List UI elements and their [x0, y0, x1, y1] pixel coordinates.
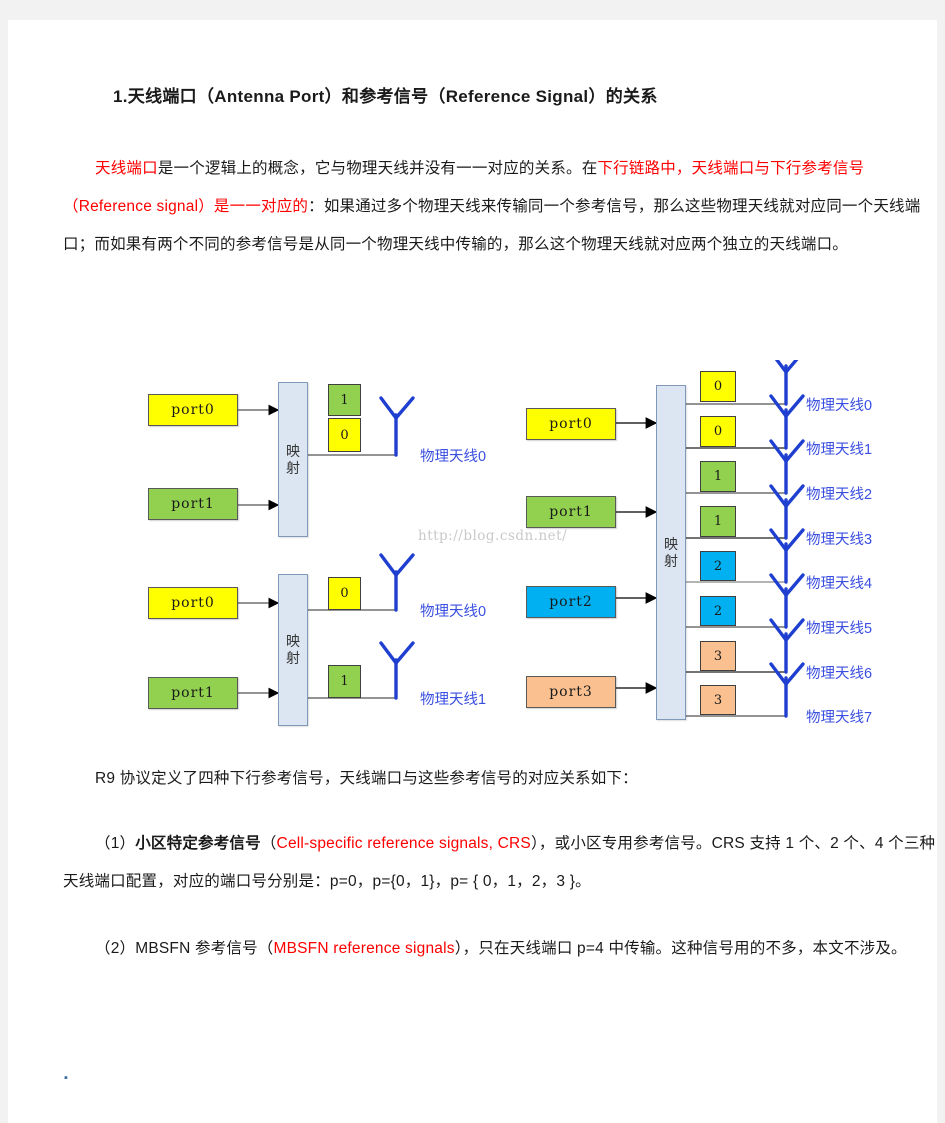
- diagram-c-port-3[interactable]: port3: [526, 676, 616, 708]
- page-canvas: 1.天线端口（Antenna Port）和参考信号（Reference Sign…: [0, 0, 945, 1123]
- diagram-a-mapping-box: 映 射: [278, 382, 308, 537]
- paragraph-r9: R9 协议定义了四种下行参考信号，天线端口与这些参考信号的对应关系如下：: [95, 770, 638, 787]
- diagram-c-port-2[interactable]: port2: [526, 586, 616, 618]
- diagram-b-port-1[interactable]: port1: [148, 677, 238, 709]
- paragraph-mbsfn: （2）MBSFN 参考信号（MBSFN reference signals），只…: [63, 930, 943, 968]
- p1-seg1: 天线端口: [95, 160, 158, 177]
- watermark-url: http://blog.csdn.net/: [418, 528, 568, 544]
- diagram-c-signal-1: 0: [700, 416, 736, 447]
- trailing-mark: ▪: [64, 1072, 68, 1084]
- diagram-c-antenna-label-5: 物理天线5: [806, 621, 873, 637]
- diagram-c-antenna-label-1: 物理天线1: [806, 442, 873, 458]
- diagram-c-port-0[interactable]: port0: [526, 408, 616, 440]
- p1-seg2: 是一个逻辑上的概念，它与物理天线并没有一一对应的关系。在: [157, 160, 598, 177]
- p3-seg3: （: [260, 835, 277, 852]
- map-a-char-1: 映: [286, 442, 300, 459]
- paragraph-crs: （1）小区特定参考信号（Cell-specific reference sign…: [63, 825, 943, 901]
- diagram-b-mapping-box: 映 射: [278, 574, 308, 726]
- paragraph-antenna-port: 天线端口是一个逻辑上的概念，它与物理天线并没有一一对应的关系。在下行链路中，天线…: [63, 150, 943, 264]
- map-a-char-2: 射: [286, 459, 300, 476]
- antenna-port-mapping-figure: http://blog.csdn.net/ port0 port1 映 射 1 …: [138, 360, 928, 750]
- diagram-a-antenna-label-0: 物理天线0: [420, 449, 487, 465]
- diagram-c-port-1[interactable]: port1: [526, 496, 616, 528]
- diagram-c-antenna-label-7: 物理天线7: [806, 710, 873, 726]
- map-c-char-1: 映: [664, 535, 678, 552]
- diagram-c-antenna-label-6: 物理天线6: [806, 666, 873, 682]
- map-c-char-2: 射: [664, 552, 678, 569]
- diagram-c-signal-6: 3: [700, 641, 736, 671]
- diagram-b-signal-1: 1: [328, 665, 361, 698]
- p4-seg3: ），只在天线端口 p=4 中传输。这种信号用的不多，本文不涉及。: [454, 940, 907, 957]
- diagram-c-antenna-label-0: 物理天线0: [806, 398, 873, 414]
- map-b-char-1: 映: [286, 633, 300, 649]
- p4-seg1: （2）MBSFN 参考信号（: [95, 940, 274, 957]
- p3-seg2: 小区特定参考信号: [135, 835, 261, 852]
- diagram-a-port-0[interactable]: port0: [148, 394, 238, 426]
- diagram-c-signal-7: 3: [700, 685, 736, 715]
- diagram-c-antenna-label-3: 物理天线3: [806, 532, 873, 548]
- diagram-b-antenna-label-1: 物理天线1: [420, 692, 487, 708]
- diagram-b-port-0[interactable]: port0: [148, 587, 238, 619]
- page-title: 1.天线端口（Antenna Port）和参考信号（Reference Sign…: [113, 87, 658, 106]
- map-b-char-2: 射: [286, 650, 300, 666]
- diagram-c-antenna-label-2: 物理天线2: [806, 487, 873, 503]
- diagram-c-signal-3: 1: [700, 506, 736, 537]
- diagram-b-antenna-label-0: 物理天线0: [420, 604, 487, 620]
- diagram-c-signal-4: 2: [700, 551, 736, 581]
- p3-seg4: Cell-specific reference signals, CRS: [276, 835, 531, 852]
- diagram-c-antenna-label-4: 物理天线4: [806, 576, 873, 592]
- p3-seg1: （1）: [95, 835, 136, 852]
- diagram-c-signal-2: 1: [700, 461, 736, 492]
- diagram-a-port-1[interactable]: port1: [148, 488, 238, 520]
- document-sheet: 1.天线端口（Antenna Port）和参考信号（Reference Sign…: [8, 20, 937, 1123]
- diagram-c-mapping-box: 映 射: [656, 385, 686, 720]
- p4-seg2: MBSFN reference signals: [273, 940, 455, 957]
- diagram-c-signal-5: 2: [700, 596, 736, 626]
- diagram-a-signal-0: 0: [328, 418, 361, 452]
- diagram-b-signal-0: 0: [328, 577, 361, 610]
- diagram-c-signal-0: 0: [700, 371, 736, 402]
- diagram-a-signal-1: 1: [328, 384, 361, 416]
